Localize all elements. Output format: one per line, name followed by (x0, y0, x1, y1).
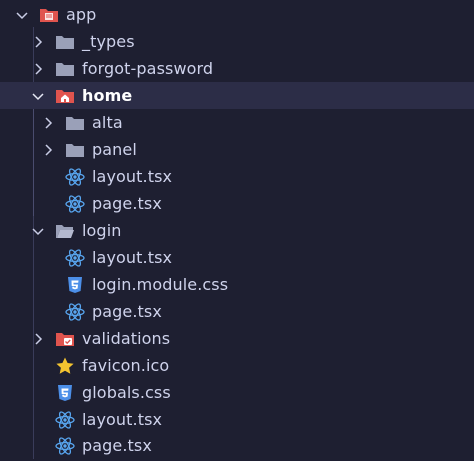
tree-item-label: layout.tsx (92, 248, 173, 267)
tree-item-label: forgot-password (82, 59, 214, 78)
chevron-right-icon[interactable] (30, 34, 46, 50)
tree-item-alta[interactable]: alta (0, 109, 474, 136)
tree-item-label: app (66, 5, 97, 24)
css-icon (65, 276, 85, 294)
tree-item-label: page.tsx (92, 302, 162, 321)
tree-item-validations[interactable]: validations (0, 325, 474, 352)
tree-item-types[interactable]: _types (0, 28, 474, 55)
folder-icon (55, 60, 75, 78)
react-icon (65, 194, 85, 213)
react-icon (55, 410, 75, 429)
chevron-down-icon[interactable] (30, 223, 46, 239)
tree-item-panel[interactable]: panel (0, 136, 474, 163)
react-icon (65, 167, 85, 186)
tree-item-label: alta (92, 113, 123, 132)
tree-item-label: _types (82, 32, 135, 51)
react-icon (65, 302, 85, 321)
tree-item-app-layout[interactable]: layout.tsx (0, 406, 474, 433)
tree-item-label: login.module.css (92, 275, 229, 294)
tree-item-label: page.tsx (82, 436, 152, 455)
tree-item-forgot-password[interactable]: forgot-password (0, 55, 474, 82)
tree-item-login-page[interactable]: page.tsx (0, 298, 474, 325)
tree-item-globals-css[interactable]: globals.css (0, 379, 474, 406)
folder-home-icon (55, 87, 75, 105)
tree-item-login-module-css[interactable]: login.module.css (0, 271, 474, 298)
tree-item-app[interactable]: app (0, 1, 474, 28)
react-icon (65, 248, 85, 267)
folder-validation-icon (55, 330, 75, 348)
react-icon (55, 436, 75, 455)
folder-icon (65, 141, 85, 159)
tree-item-label: validations (82, 329, 171, 348)
folder-icon (65, 114, 85, 132)
star-icon (55, 357, 75, 375)
tree-item-app-page[interactable]: page.tsx (0, 432, 474, 459)
chevron-right-icon[interactable] (30, 61, 46, 77)
folder-app-icon (39, 6, 59, 24)
tree-item-label: layout.tsx (82, 410, 163, 429)
tree-item-favicon[interactable]: favicon.ico (0, 352, 474, 379)
tree-item-login-layout[interactable]: layout.tsx (0, 244, 474, 271)
tree-item-login[interactable]: login (0, 217, 474, 244)
tree-item-label: globals.css (82, 383, 171, 402)
file-explorer-tree: app _types forgot-password home alta pan… (0, 0, 474, 461)
tree-item-label: login (82, 221, 122, 240)
tree-item-label: page.tsx (92, 194, 162, 213)
tree-item-home-layout[interactable]: layout.tsx (0, 163, 474, 190)
tree-item-label: layout.tsx (92, 167, 173, 186)
tree-item-label: home (82, 86, 133, 105)
chevron-right-icon[interactable] (40, 115, 56, 131)
chevron-right-icon[interactable] (30, 331, 46, 347)
tree-item-label: panel (92, 140, 137, 159)
tree-item-home-page[interactable]: page.tsx (0, 190, 474, 217)
tree-item-home[interactable]: home (0, 82, 474, 109)
folder-open-icon (55, 222, 75, 240)
css-icon (55, 384, 75, 402)
chevron-right-icon[interactable] (40, 142, 56, 158)
folder-icon (55, 33, 75, 51)
chevron-down-icon[interactable] (30, 88, 46, 104)
tree-item-label: favicon.ico (82, 356, 170, 375)
chevron-down-icon[interactable] (14, 7, 30, 23)
